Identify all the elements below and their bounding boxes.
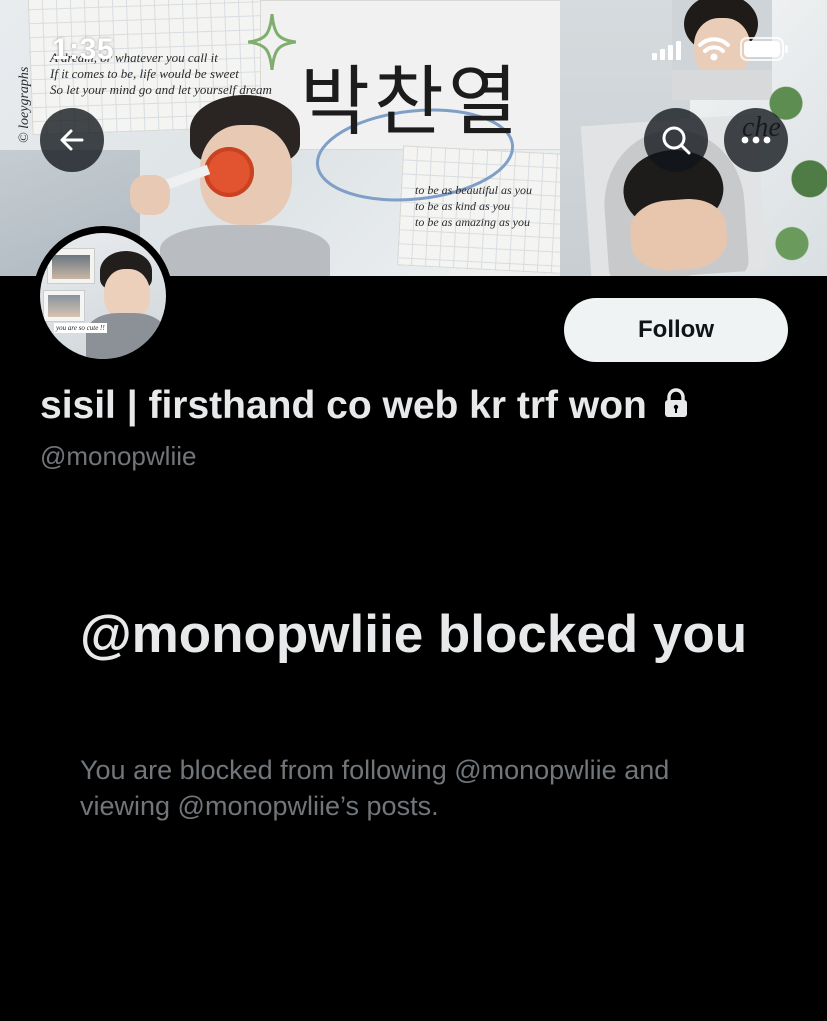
lock-icon [663,384,689,428]
avatar-caption: you are so cute !! [54,323,107,333]
wifi-icon [698,37,730,61]
status-time: 1:35 [52,33,115,66]
display-name: sisil | firsthand co web kr trf won [40,384,647,427]
search-icon [662,126,691,155]
display-name-row: sisil | firsthand co web kr trf won [40,384,689,428]
blocked-title: @monopwliie blocked you [80,605,748,664]
back-arrow-icon [60,129,84,151]
avatar-image: you are so cute !! [40,233,166,359]
search-button[interactable] [644,108,708,172]
status-bar: 1:35 [0,0,827,100]
profile-handle: @monopwliie [40,441,197,471]
more-button[interactable] [724,108,788,172]
battery-icon [740,37,788,61]
follow-button[interactable]: Follow [564,298,788,362]
blocked-description: You are blocked from following @monopwli… [80,755,670,821]
more-icon [741,136,771,144]
profile-avatar[interactable]: you are so cute !! [33,226,173,366]
signal-icon [652,41,681,60]
back-button[interactable] [40,108,104,172]
banner-poem: to be as beautiful as you to be as kind … [415,183,532,229]
